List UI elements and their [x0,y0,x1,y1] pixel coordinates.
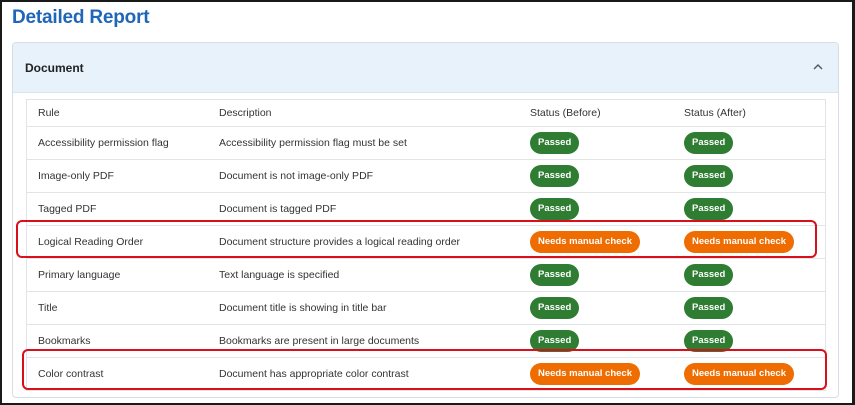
column-header-status-before: Status (Before) [530,107,601,119]
column-header-description: Description [219,107,272,119]
status-after-cell: Passed [684,292,734,324]
description-cell: Document title is showing in title bar [219,302,387,314]
highlight-color-contrast [22,349,827,390]
status-before-badge: Passed [530,132,580,154]
column-header-rule: Rule [38,107,60,119]
section-title: Document [25,61,84,75]
status-after-badge: Passed [684,132,734,154]
rule-cell: Primary language [38,269,121,281]
table-row: Image-only PDF Document is not image-only… [27,160,825,193]
status-before-cell: Passed [530,160,580,192]
status-before-cell: Passed [530,127,580,159]
page-title: Detailed Report [12,7,150,28]
rule-cell: Accessibility permission flag [38,137,169,149]
table-row: Accessibility permission flag Accessibili… [27,127,825,160]
column-header-status-after: Status (After) [684,107,746,119]
rule-cell: Title [38,302,58,314]
status-after-badge: Passed [684,297,734,319]
table-header-row: Rule Description Status (Before) Status … [27,100,825,127]
status-after-cell: Passed [684,160,734,192]
status-before-cell: Passed [530,292,580,324]
status-before-badge: Passed [530,198,580,220]
status-after-badge: Passed [684,165,734,187]
status-after-cell: Passed [684,259,734,291]
status-before-badge: Passed [530,165,580,187]
status-after-cell: Passed [684,127,734,159]
status-after-badge: Passed [684,198,734,220]
chevron-up-icon[interactable] [812,61,824,73]
table-row: Title Document title is showing in title … [27,292,825,325]
rule-cell: Image-only PDF [38,170,114,182]
highlight-logical-reading-order [16,220,817,258]
description-cell: Document is not image-only PDF [219,170,374,182]
status-before-badge: Passed [530,297,580,319]
description-cell: Text language is specified [219,269,340,281]
status-before-cell: Passed [530,259,580,291]
table-row: Primary language Text language is specifi… [27,259,825,292]
status-after-badge: Passed [684,264,734,286]
document-section-header[interactable]: Document [13,43,838,93]
status-before-badge: Passed [530,264,580,286]
description-cell: Accessibility permission flag must be se… [219,137,407,149]
